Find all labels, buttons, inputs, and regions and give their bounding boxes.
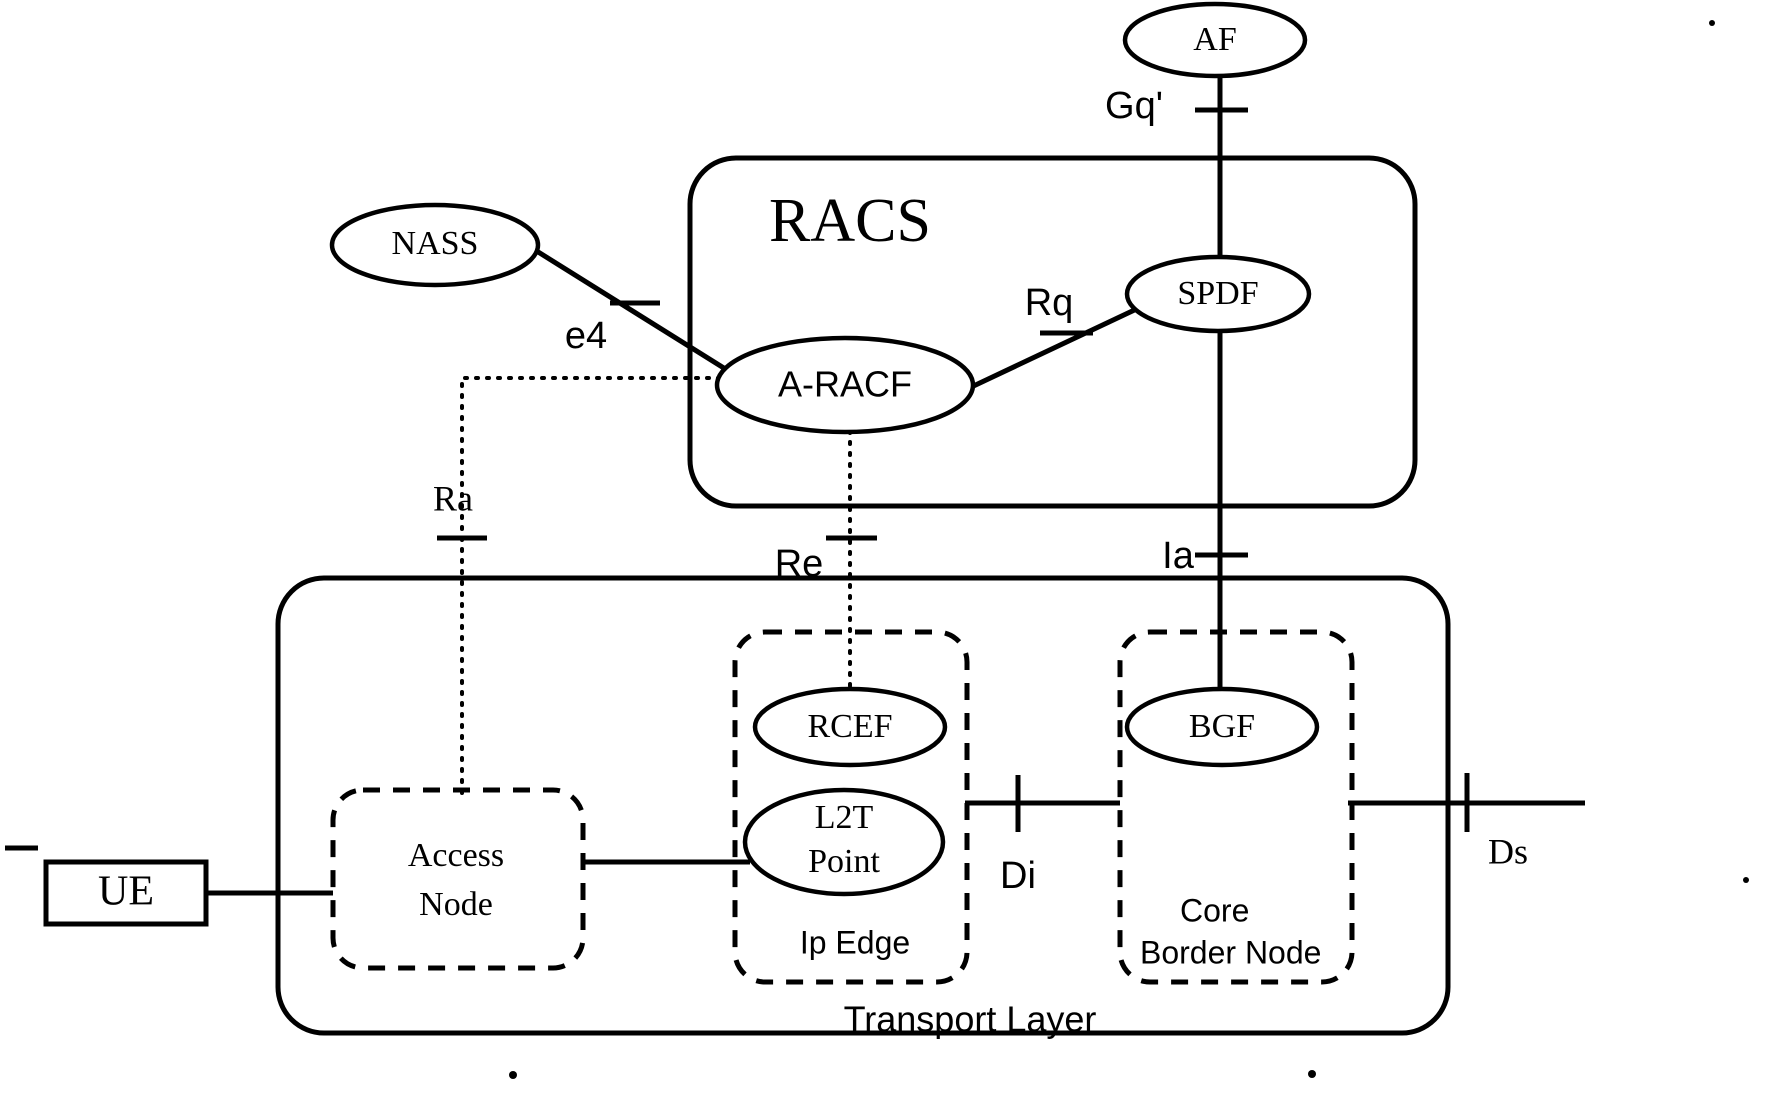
group-label-core-border-line2: Border Node: [1140, 934, 1321, 970]
scan-speck-1: [509, 1071, 517, 1079]
ref-label-re: Re: [775, 543, 824, 585]
group-label-racs: RACS: [769, 187, 931, 255]
group-label-transport-layer: Transport Layer: [844, 999, 1097, 1040]
access-node-container: [330, 787, 586, 971]
ref-label-ds: Ds: [1488, 831, 1528, 871]
link-aracf-access-node: [460, 376, 722, 797]
node-label-bgf: BGF: [1189, 708, 1255, 745]
node-label-spdf: SPDF: [1177, 275, 1258, 312]
diagram-canvas: AF NASS SPDF A-RACF RCEF L2T Point BGF A…: [0, 0, 1792, 1094]
scan-speck-4: [1743, 877, 1749, 883]
group-label-ip-edge: Ip Edge: [800, 924, 910, 960]
node-label-af: AF: [1193, 21, 1236, 58]
racs-architecture-diagram: AF NASS SPDF A-RACF RCEF L2T Point BGF A…: [5, 1, 1749, 1079]
ref-label-rq: Rq: [1025, 282, 1074, 324]
ref-label-ra: Ra: [433, 478, 473, 518]
node-label-access-line2: Node: [419, 886, 493, 923]
node-label-l2t-line2: Point: [808, 843, 880, 880]
node-label-nass: NASS: [392, 225, 479, 262]
node-label-aracf: A-RACF: [778, 364, 912, 405]
scan-speck-2: [1308, 1070, 1316, 1078]
ref-label-di: Di: [1000, 855, 1036, 897]
ref-label-gq: Gq': [1105, 85, 1163, 127]
node-label-rcef: RCEF: [807, 708, 892, 745]
ref-label-e4: e4: [565, 315, 607, 357]
core-border-node-container: [1117, 629, 1355, 985]
ref-label-ia: Ia: [1162, 535, 1195, 577]
node-label-l2t-line1: L2T: [815, 799, 874, 836]
node-label-ue: UE: [98, 869, 154, 915]
node-label-access-line1: Access: [408, 837, 504, 874]
scan-speck-3: [1709, 20, 1715, 26]
group-label-core-border-line1: Core: [1180, 892, 1249, 928]
